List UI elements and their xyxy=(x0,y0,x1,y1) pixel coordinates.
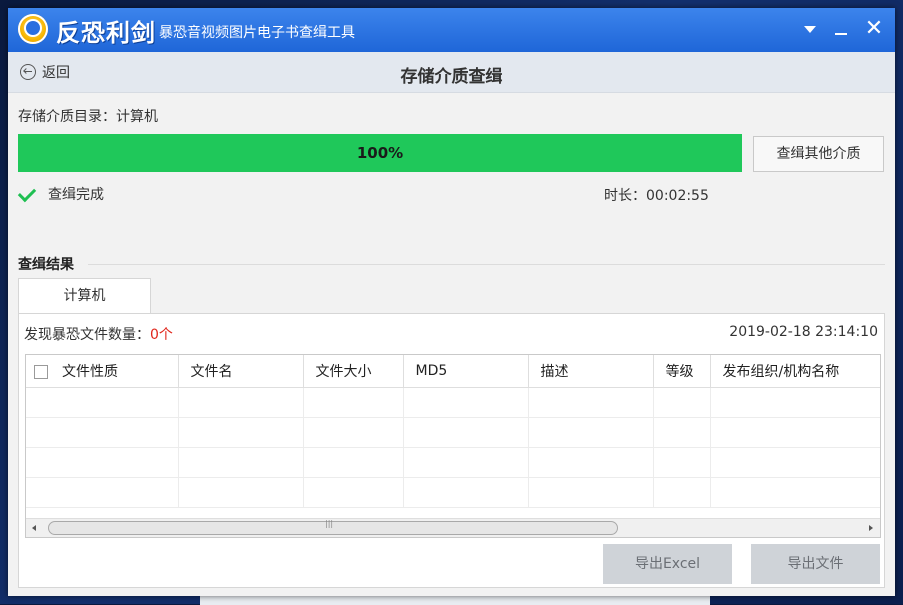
minimize-button[interactable] xyxy=(828,16,854,42)
scroll-right-icon[interactable] xyxy=(862,519,880,537)
empty-table-row xyxy=(26,447,880,478)
progress-text: 100% xyxy=(356,144,404,162)
column-header-level[interactable]: 等级 xyxy=(653,355,711,388)
media-directory-label: 存储介质目录：计算机 xyxy=(18,109,158,125)
nav-bar: 返回 存储介质查缉 xyxy=(8,52,895,93)
scan-duration: 时长：00:02:55 xyxy=(604,188,709,204)
found-files-value: 0个 xyxy=(150,327,173,343)
app-window: 反恐利剑 暴恐音视频图片电子书查缉工具 ✕ 返回 存储介质查缉 存储介质目录：计… xyxy=(8,8,895,596)
section-divider xyxy=(88,264,885,265)
app-subtitle: 暴恐音视频图片电子书查缉工具 xyxy=(159,25,355,41)
empty-table-row xyxy=(26,387,880,418)
select-all-checkbox[interactable] xyxy=(34,365,48,379)
empty-table-row xyxy=(26,477,880,508)
column-header-file-size[interactable]: 文件大小 xyxy=(303,355,404,388)
app-logo-icon xyxy=(18,14,48,44)
scan-progress-bar: 100% xyxy=(18,134,742,172)
empty-table-row xyxy=(26,417,880,448)
scan-status: 查缉完成 xyxy=(18,184,104,204)
scan-other-media-button[interactable]: 查缉其他介质 xyxy=(753,136,884,172)
export-excel-button[interactable]: 导出Excel xyxy=(603,544,732,584)
check-icon xyxy=(18,184,38,204)
menu-dropdown-icon[interactable] xyxy=(796,16,822,42)
column-header-file-nature[interactable]: 文件性质 xyxy=(26,355,179,388)
page-title: 存储介质查缉 xyxy=(400,67,503,87)
column-header-md5[interactable]: MD5 xyxy=(403,355,529,388)
found-files-label: 发现暴恐文件数量： xyxy=(24,327,150,343)
title-bar[interactable]: 反恐利剑 暴恐音视频图片电子书查缉工具 ✕ xyxy=(8,8,895,52)
horizontal-scrollbar[interactable] xyxy=(26,518,880,537)
close-button[interactable]: ✕ xyxy=(861,16,887,42)
result-timestamp: 2019-02-18 23:14:10 xyxy=(729,324,878,340)
column-header-file-name[interactable]: 文件名 xyxy=(178,355,304,388)
status-text: 查缉完成 xyxy=(48,187,104,203)
column-header-publisher[interactable]: 发布组织/机构名称 xyxy=(710,355,880,388)
scroll-left-icon[interactable] xyxy=(26,519,44,537)
export-file-button[interactable]: 导出文件 xyxy=(751,544,880,584)
column-header-description[interactable]: 描述 xyxy=(528,355,654,388)
column-header-label: 文件性质 xyxy=(62,364,118,380)
scrollbar-thumb[interactable] xyxy=(48,519,618,535)
app-name: 反恐利剑 xyxy=(56,19,156,47)
found-files-count: 发现暴恐文件数量：0个 xyxy=(24,324,173,344)
results-table: 文件性质 文件名 文件大小 MD5 描述 等级 发布组织/机构名称 xyxy=(25,354,881,538)
tab-computer[interactable]: 计算机 xyxy=(18,278,151,314)
results-section-title: 查缉结果 xyxy=(18,257,74,273)
